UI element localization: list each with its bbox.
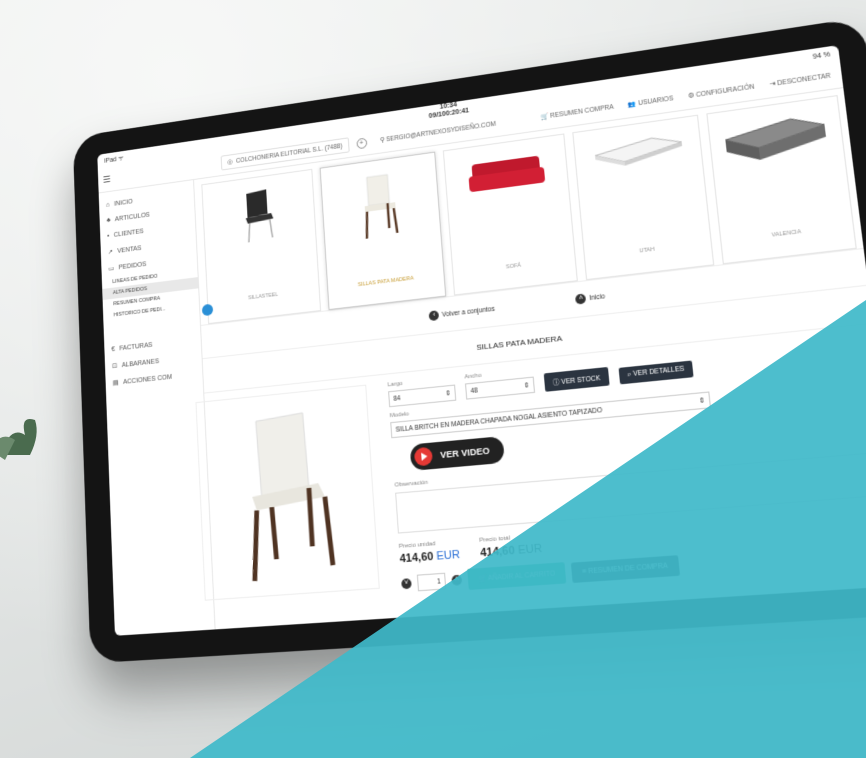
chevron-up-icon: ˄	[575, 293, 587, 305]
add-client-icon[interactable]: +	[356, 137, 368, 149]
precio-unidad: Precio unidad 414,60 EUR	[399, 539, 461, 565]
sidebar-item-label: ARTICULOS	[114, 211, 150, 223]
gear-icon: ⚙	[687, 92, 695, 101]
add-to-cart-label: AÑADIR AL CARRITO	[487, 570, 556, 583]
summary-button[interactable]: ≡ RESUMEN DE COMPRA	[571, 554, 680, 583]
product-label: SILLAS PATA MADERA	[357, 275, 414, 289]
bed-base-image	[719, 110, 833, 165]
nav-summary[interactable]: 🛒 RESUMEN COMPRA	[540, 103, 614, 121]
increment-icon[interactable]: ˄	[451, 574, 463, 586]
product-card[interactable]: UTAH	[571, 114, 715, 281]
plant-decoration	[0, 419, 37, 460]
quantity-value: 1	[436, 577, 441, 586]
ver-detalles-label: VER DETALLES	[632, 365, 685, 378]
product-card[interactable]: SOFÁ	[443, 133, 578, 296]
hamburger-icon[interactable]: ☰	[98, 173, 116, 185]
decrement-icon[interactable]: ˅	[401, 578, 412, 590]
largo-field: Largo 84 ⇕	[387, 376, 457, 408]
nav-config[interactable]: ⚙ CONFIGURACIÓN	[687, 83, 755, 101]
delivery-icon: ⊡	[111, 362, 118, 371]
precio-unidad-value: 414,60 EUR	[399, 549, 460, 566]
product-label: SOFÁ	[505, 262, 522, 271]
home-link[interactable]: ˄ Inicio	[575, 291, 606, 305]
summary-label: RESUMEN DE COMPRA	[588, 561, 668, 575]
nav-logout[interactable]: ⇥ DESCONECTAR	[769, 72, 831, 89]
users-icon: 👥	[627, 100, 637, 109]
mattress-image	[589, 130, 685, 170]
battery-level: 94 %	[812, 50, 831, 61]
sidebar-item-label: ALBARANES	[121, 357, 160, 369]
logout-icon: ⇥	[768, 80, 776, 89]
cart-icon: 🛒	[540, 113, 549, 122]
largo-select[interactable]: 84 ⇕	[388, 384, 457, 408]
precio-total-number: 414,60	[479, 544, 516, 560]
nav-summary-label: RESUMEN COMPRA	[549, 103, 615, 120]
sidebar-item-label: CLIENTES	[113, 228, 144, 239]
sidebar-item-label: VENTAS	[117, 244, 142, 255]
nav-users[interactable]: 👥 USUARIOS	[628, 94, 674, 108]
precio-total: Precio total 414,60 EUR	[479, 533, 543, 560]
quantity-input[interactable]: 1	[416, 572, 447, 592]
nav-users-label: USUARIOS	[637, 95, 674, 108]
ancho-field: Ancho 48 ⇕	[464, 367, 536, 400]
invoices-icon: €	[111, 346, 116, 354]
nav-config-label: CONFIGURACIÓN	[695, 83, 755, 99]
orders-icon: ▭	[108, 265, 115, 273]
product-card-selected[interactable]: SILLAS PATA MADERA	[319, 151, 447, 311]
precio-unidad-number: 414,60	[399, 550, 434, 566]
ver-video-label: VER VIDEO	[439, 445, 491, 461]
ver-video-button[interactable]: VER VIDEO	[409, 436, 505, 471]
sidebar-item-label: INICIO	[113, 198, 133, 208]
sofa-image	[468, 155, 545, 193]
chair-photo	[210, 392, 363, 594]
clients-icon: ▪	[107, 232, 110, 240]
nav-logout-label: DESCONECTAR	[776, 72, 832, 88]
ver-detalles-button[interactable]: ⌕ VER DETALLES	[618, 360, 694, 385]
spinner-icon: ⇕	[445, 390, 451, 398]
ver-stock-button[interactable]: ⓘ VER STOCK	[543, 366, 610, 392]
sidebar-item-label: PEDIDOS	[118, 260, 147, 271]
main-content: SILLASTEEL SILLAS PATA MADERA SOFÁ UTAH …	[193, 88, 866, 630]
currency-total: EUR	[517, 542, 543, 557]
client-icon: ◎	[227, 158, 233, 166]
currency-unit: EUR	[436, 548, 461, 563]
add-to-cart-button[interactable]: 🛒 AÑADIR AL CARRITO	[467, 562, 567, 590]
product-image	[195, 384, 380, 601]
home-link-label: Inicio	[588, 292, 606, 302]
home-icon: ⌂	[105, 201, 110, 209]
sidebar-item-label: ACCIONES COM	[122, 373, 173, 386]
back-link[interactable]: ‹ Volver a conjuntos	[428, 304, 496, 322]
steel-chair-image	[239, 189, 279, 247]
wood-chair-image	[357, 169, 404, 241]
status-left: iPad ᯤ	[104, 155, 124, 165]
ancho-value: 48	[470, 386, 479, 395]
ancho-select[interactable]: 48 ⇕	[464, 376, 536, 400]
back-link-label: Volver a conjuntos	[441, 305, 496, 319]
precio-total-value: 414,60 EUR	[480, 543, 543, 560]
sidebar-item-label: FACTURAS	[119, 341, 153, 353]
product-form: Largo 84 ⇕ Ancho 48 ⇕ ⓘ VER STOCK ⌕ VER DE…	[366, 332, 866, 596]
largo-value: 84	[393, 394, 401, 403]
ver-stock-label: VER STOCK	[561, 374, 601, 387]
spinner-icon: ⇕	[523, 382, 530, 390]
product-label: UTAH	[639, 246, 655, 255]
product-label: SILLASTEEL	[247, 291, 279, 302]
product-card[interactable]: VALENCIA	[706, 95, 857, 265]
cart-icon: 🛒	[477, 574, 489, 583]
chevron-left-icon: ‹	[428, 310, 440, 322]
articles-icon: ♣	[106, 217, 111, 225]
play-icon	[413, 446, 434, 467]
product-label: VALENCIA	[771, 229, 802, 239]
sales-icon: ↗	[107, 248, 114, 257]
actions-icon: ▤	[112, 379, 119, 387]
spinner-icon: ⇕	[698, 397, 706, 406]
product-card[interactable]: SILLASTEEL	[201, 168, 322, 325]
